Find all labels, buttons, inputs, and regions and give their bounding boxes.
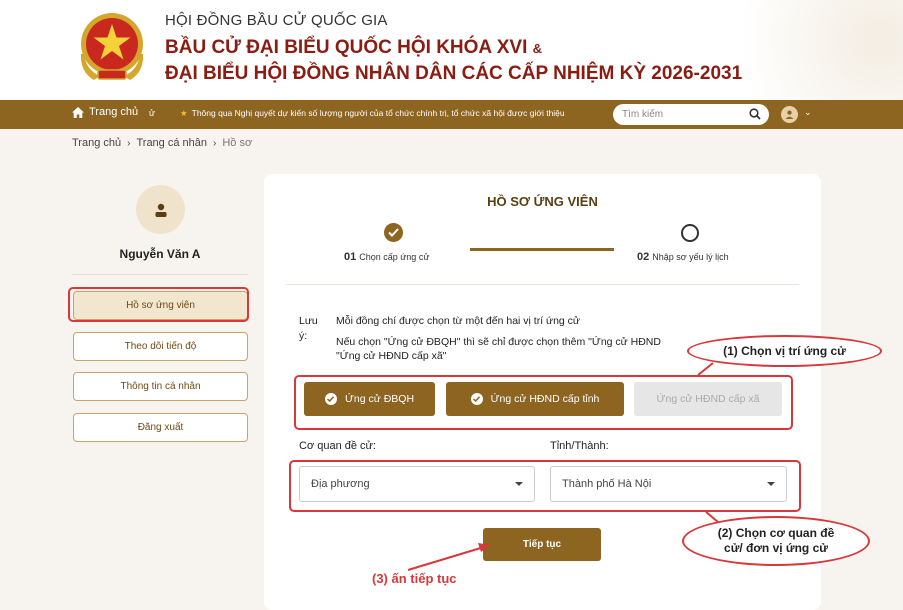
sidebar-item-logout[interactable]: Đăng xuất [73,413,248,442]
hint-press-continue: (3) ấn tiếp tục [372,571,457,586]
star-icon: ★ [180,108,188,118]
page-title: HỒ SƠ ỨNG VIÊN [487,194,598,209]
note-line: Nếu chọn "Ứng cử ĐBQH" thì sẽ chỉ được c… [336,336,661,348]
chevron-right-icon: › [127,137,131,149]
search-input[interactable] [622,107,742,122]
divider [286,284,799,285]
sidebar-item-personal-info[interactable]: Thông tin cá nhân [73,372,248,401]
breadcrumb-home[interactable]: Trang chủ [72,137,121,149]
note-line: Mỗi đồng chí được chọn từ một đến hai vị… [336,315,580,327]
top-navbar: Trang chủ ử ★ Thông qua Nghị quyết dự ki… [0,100,903,129]
election-title-line1: BẦU CỬ ĐẠI BIỂU QUỐC HỘI KHÓA XVI & [165,37,543,58]
breadcrumb: Trang chủ › Trang cá nhân › Hồ sơ [72,137,252,149]
election-title-line2: ĐẠI BIỂU HỘI ĐỒNG NHÂN DÂN CÁC CẤP NHIỆM… [165,63,743,84]
nav-truncated-item[interactable]: ử [149,108,155,118]
user-icon [155,203,166,217]
step-1[interactable]: 01 Chọn cấp ứng cử [344,251,429,263]
note-line: "Ứng cử HĐND cấp xã" [336,350,447,362]
home-icon [72,106,84,118]
highlight-box-selects [289,460,801,512]
step-pending-icon [681,224,699,242]
highlight-box-sidebar [68,287,249,322]
avatar [136,185,185,234]
divider [72,274,248,275]
news-ticker[interactable]: ★ Thông qua Nghị quyết dự kiến số lượng … [180,108,565,119]
chevron-right-icon: › [213,137,217,149]
step-2[interactable]: 02 Nhập sơ yếu lý lịch [637,251,729,263]
check-icon [384,223,403,242]
site-header: HỘI ĐỒNG BẦU CỬ QUỐC GIA BẦU CỬ ĐẠI BIỂU… [0,0,903,100]
council-name: HỘI ĐỒNG BẦU CỬ QUỐC GIA [165,12,388,29]
callout-choose-agency: (2) Chọn cơ quan đề cử/ đơn vị ứng cử [682,516,870,566]
nav-home-link[interactable]: Trang chủ [72,106,138,118]
ticker-text: Thông qua Nghị quyết dự kiến số lượng ng… [191,108,565,118]
search-box [613,104,769,125]
breadcrumb-profile[interactable]: Trang cá nhân [136,137,207,149]
province-label: Tỉnh/Thành: [550,440,609,452]
search-icon[interactable] [749,108,761,120]
breadcrumb-current: Hồ sơ [222,137,253,149]
nav-home-label: Trang chủ [89,106,139,118]
sidebar-item-track-progress[interactable]: Theo dõi tiến độ [73,332,248,361]
callout-choose-position: (1) Chọn vị trí ứng cử [687,335,882,367]
note-label: Lưu ý: [299,315,318,342]
user-menu-button[interactable] [781,106,798,123]
national-emblem-icon[interactable] [76,10,148,84]
stepper-progress-line [470,248,614,251]
user-name: Nguyễn Văn A [119,247,201,261]
agency-label: Cơ quan đề cử: [299,440,376,452]
continue-button[interactable]: Tiếp tục [483,528,601,561]
highlight-box-positions [294,375,793,430]
chevron-down-icon[interactable]: ⌄ [804,107,812,118]
user-icon [785,110,794,119]
